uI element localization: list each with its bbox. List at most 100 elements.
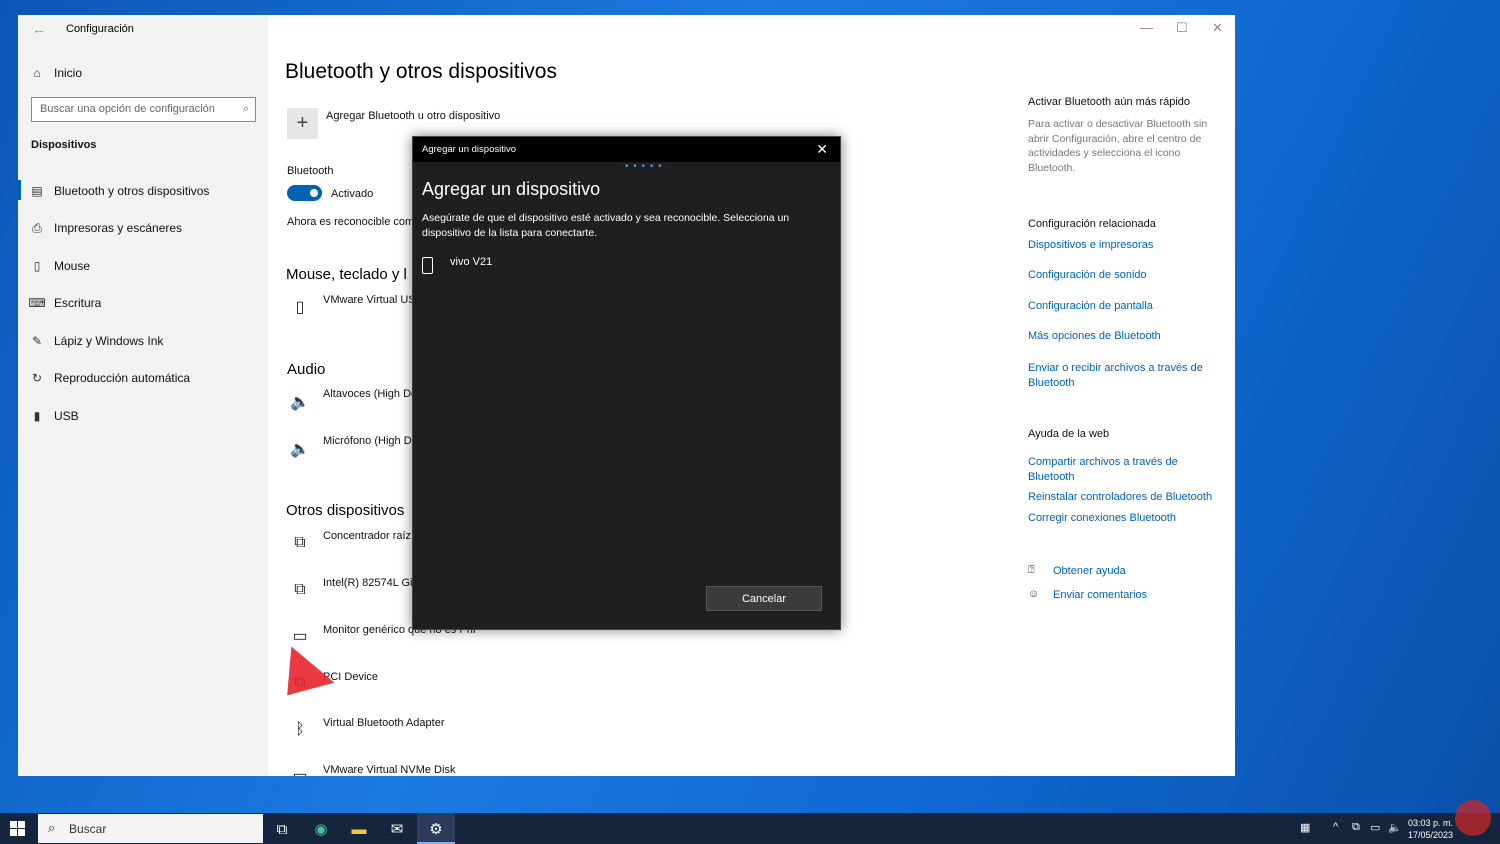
page-title: Bluetooth y otros dispositivos bbox=[285, 60, 557, 83]
clock[interactable]: 03:03 p. m. 17/05/2023 bbox=[1408, 817, 1453, 841]
chevron-up-icon[interactable]: ^ bbox=[1333, 821, 1338, 833]
start-button[interactable] bbox=[10, 821, 25, 836]
sidebar-home[interactable]: ⌂ Inicio bbox=[30, 66, 82, 80]
device-name[interactable]: VMware Virtual US bbox=[323, 294, 416, 306]
quick-tip-text: Para activar o desactivar Bluetooth sin … bbox=[1028, 118, 1208, 174]
search-placeholder: Buscar una opción de configuración bbox=[40, 103, 215, 115]
link-devices-printers[interactable]: Dispositivos e impresoras bbox=[1028, 238, 1228, 253]
network-icon[interactable]: ▭ bbox=[1370, 821, 1380, 834]
taskbar-search[interactable]: ⌕ Buscar bbox=[38, 814, 263, 843]
sidebar-item-label: Lápiz y Windows Ink bbox=[54, 334, 164, 348]
link-share-files[interactable]: Compartir archivos a través de Bluetooth bbox=[1028, 455, 1193, 484]
related-settings-title: Configuración relacionada bbox=[1028, 218, 1156, 230]
device-name[interactable]: Micrófono (High D bbox=[323, 435, 412, 447]
mouse-section-title: Mouse, teclado y l bbox=[286, 266, 407, 283]
mouse-icon: ▯ bbox=[33, 259, 41, 273]
device-name[interactable]: Intel(R) 82574L Gig bbox=[323, 577, 419, 589]
sidebar-item-label: USB bbox=[54, 409, 79, 423]
link-display-settings[interactable]: Configuración de pantalla bbox=[1028, 299, 1228, 314]
add-device-label[interactable]: Agregar Bluetooth u otro dispositivo bbox=[326, 110, 500, 122]
clock-time: 03:03 p. m. bbox=[1408, 818, 1454, 828]
sidebar: ← Configuración ⌂ Inicio Buscar una opci… bbox=[18, 15, 268, 776]
sidebar-item-printers[interactable]: ⎙ Impresoras y escáneres bbox=[30, 220, 183, 236]
send-feedback-link[interactable]: Enviar comentarios bbox=[1053, 588, 1235, 603]
dialog-description: Asegúrate de que el dispositivo esté act… bbox=[422, 212, 790, 239]
device-name[interactable]: VMware Virtual NVMe Disk bbox=[323, 764, 455, 776]
device-name[interactable]: Virtual Bluetooth Adapter bbox=[323, 717, 445, 729]
back-arrow-icon[interactable]: ← bbox=[32, 21, 46, 37]
mail-icon[interactable]: ✉ bbox=[386, 818, 408, 840]
edge-icon[interactable]: ◉ bbox=[310, 818, 332, 840]
search-icon: ⌕ bbox=[48, 820, 56, 835]
keyboard-icon: ⌨ bbox=[28, 296, 46, 310]
sidebar-home-label: Inicio bbox=[54, 66, 83, 80]
taskbar: ⌕ Buscar ⧉ ◉ ▬ ✉ ⚙ ▦ ^ ⧉ ▭ 🔈 03:03 p. m.… bbox=[0, 813, 1500, 844]
add-device-button[interactable]: + bbox=[287, 108, 318, 139]
settings-search-input[interactable]: Buscar una opción de configuración ⌕ bbox=[31, 97, 256, 122]
pen-icon: ✎ bbox=[31, 334, 43, 348]
clock-date: 17/05/2023 bbox=[1408, 830, 1454, 840]
sidebar-item-pen[interactable]: ✎ Lápiz y Windows Ink bbox=[30, 334, 163, 348]
sidebar-item-typing[interactable]: ⌨ Escritura bbox=[28, 296, 101, 310]
link-more-bluetooth[interactable]: Más opciones de Bluetooth bbox=[1028, 329, 1228, 344]
gear-icon[interactable]: ⚙ bbox=[425, 818, 447, 840]
web-help-title: Ayuda de la web bbox=[1028, 428, 1110, 440]
feedback-icon: ☺ bbox=[1028, 588, 1040, 600]
autoplay-icon: ↻ bbox=[31, 371, 43, 385]
selection-indicator bbox=[18, 180, 21, 200]
sidebar-item-mouse[interactable]: ▯ Mouse bbox=[30, 259, 90, 273]
help-icon: ⍰ bbox=[1028, 564, 1035, 576]
sidebar-item-autoplay[interactable]: ↻ Reproducción automática bbox=[30, 371, 190, 385]
minimize-button[interactable]: — bbox=[1140, 20, 1153, 35]
maximize-button[interactable]: ☐ bbox=[1176, 20, 1188, 36]
device-name[interactable]: Altavoces (High De bbox=[323, 388, 417, 400]
sidebar-item-label: Impresoras y escáneres bbox=[54, 221, 183, 235]
speaker-icon: 🔈 bbox=[290, 441, 310, 458]
device-name[interactable]: Concentrador raíz bbox=[323, 530, 411, 542]
file-explorer-icon[interactable]: ▬ bbox=[348, 818, 370, 840]
site-logo bbox=[1455, 800, 1491, 836]
bluetooth-icon: ᛒ bbox=[295, 721, 305, 738]
sidebar-section-title: Dispositivos bbox=[31, 139, 97, 151]
dialog-titlebar-text: Agregar un dispositivo bbox=[422, 144, 516, 155]
bluetooth-toggle[interactable] bbox=[287, 185, 322, 201]
volume-icon[interactable]: 🔈 bbox=[1388, 821, 1402, 834]
speaker-icon: 🔈 bbox=[290, 394, 310, 411]
get-help-link[interactable]: Obtener ayuda bbox=[1053, 564, 1235, 579]
printer-icon: ⎙ bbox=[32, 220, 42, 235]
bluetooth-state: Activado bbox=[331, 188, 374, 200]
phone-icon bbox=[422, 257, 433, 274]
other-devices-section-title: Otros dispositivos bbox=[286, 502, 405, 519]
link-reinstall-drivers[interactable]: Reinstalar controladores de Bluetooth bbox=[1028, 490, 1228, 505]
window-title: Configuración bbox=[66, 23, 134, 35]
device-list-item[interactable]: vivo V21 bbox=[422, 256, 492, 274]
plus-icon: + bbox=[296, 112, 309, 134]
device-icon: ⧉ bbox=[294, 534, 306, 551]
device-icon[interactable]: ⧉ bbox=[1352, 821, 1360, 834]
keyboard-layout-icon[interactable]: ▦ bbox=[1300, 821, 1310, 834]
cancel-button[interactable]: Cancelar bbox=[706, 586, 822, 611]
bluetooth-devices-icon: ▤ bbox=[31, 184, 43, 198]
sidebar-item-usb[interactable]: ▮ USB bbox=[30, 409, 79, 423]
mouse-icon: ▯ bbox=[295, 299, 305, 316]
sidebar-item-label: Reproducción automática bbox=[54, 371, 191, 385]
sidebar-item-bluetooth[interactable]: ▤ Bluetooth y otros dispositivos bbox=[30, 184, 209, 198]
search-icon: ⌕ bbox=[242, 103, 249, 115]
link-fix-connections[interactable]: Corregir conexiones Bluetooth bbox=[1028, 511, 1228, 526]
close-button[interactable]: ✕ bbox=[1212, 20, 1223, 36]
discoverable-text: Ahora es reconocible com bbox=[287, 216, 415, 228]
audio-section-title: Audio bbox=[287, 361, 326, 378]
usb-icon: ▮ bbox=[33, 409, 41, 423]
dialog-titlebar: Agregar un dispositivo ✕ bbox=[413, 137, 840, 162]
progress-dots: • • • • • bbox=[625, 161, 663, 172]
task-view-icon[interactable]: ⧉ bbox=[271, 818, 293, 840]
link-send-receive-files[interactable]: Enviar o recibir archivos a través de Bl… bbox=[1028, 361, 1213, 390]
disk-icon: ▭ bbox=[287, 763, 313, 776]
taskbar-search-label: Buscar bbox=[69, 822, 107, 836]
close-icon[interactable]: ✕ bbox=[816, 141, 828, 158]
home-icon: ⌂ bbox=[33, 66, 41, 80]
bluetooth-label: Bluetooth bbox=[287, 165, 334, 177]
quick-tip-title: Activar Bluetooth aún más rápido bbox=[1028, 96, 1191, 108]
dialog-heading: Agregar un dispositivo bbox=[422, 179, 601, 199]
link-sound-settings[interactable]: Configuración de sonido bbox=[1028, 268, 1228, 283]
